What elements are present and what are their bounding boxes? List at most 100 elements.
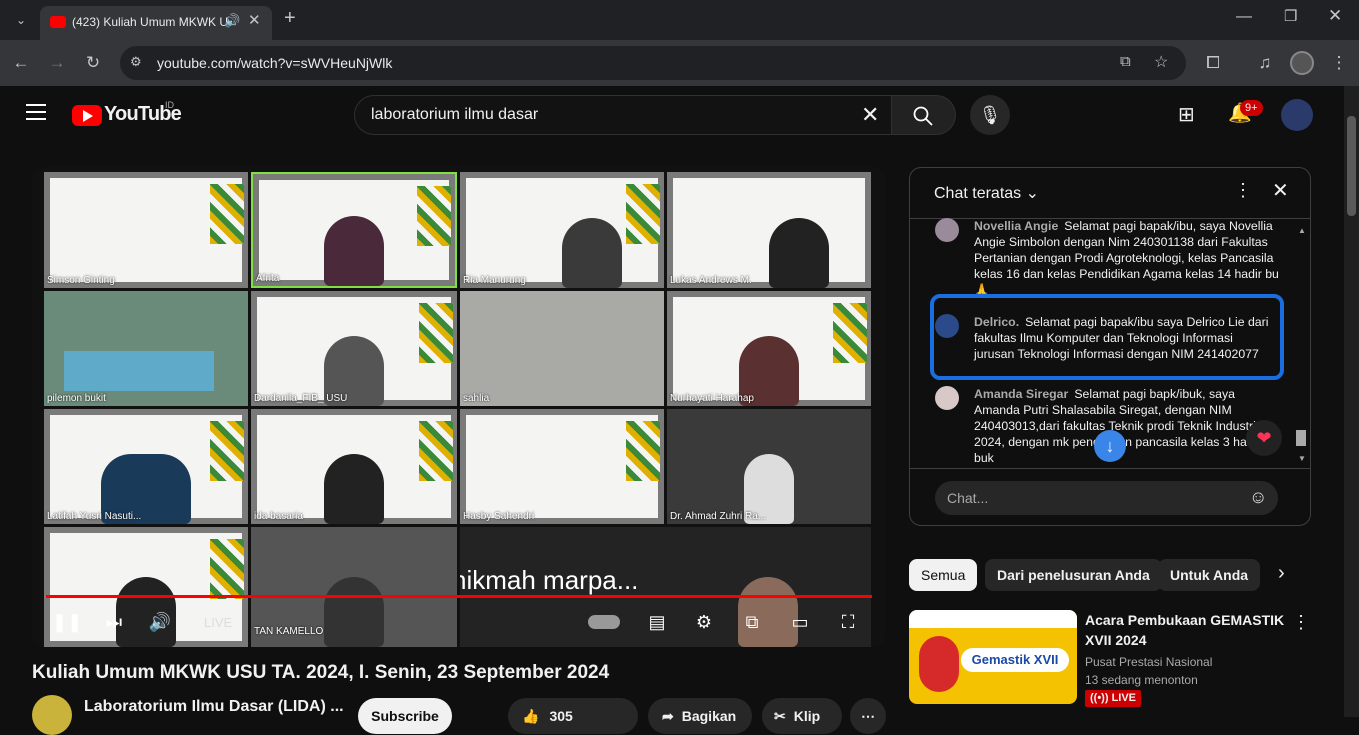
chat-header-title: Chat teratas bbox=[934, 185, 1022, 202]
recommendation-title[interactable]: Acara Pembukaan GEMASTIK XVII 2024 bbox=[1085, 610, 1285, 650]
minimize-icon[interactable]: — bbox=[1236, 8, 1252, 26]
subtitles-icon[interactable]: ▤ bbox=[642, 607, 672, 637]
back-icon[interactable]: ← bbox=[4, 46, 38, 80]
participant-name: Nurhayati Harahap bbox=[670, 393, 754, 404]
profile-avatar[interactable] bbox=[1290, 51, 1314, 75]
install-app-icon[interactable]: ⧉ bbox=[1120, 53, 1131, 70]
chat-author[interactable]: Amanda Siregar bbox=[974, 387, 1068, 401]
participant-name: Lukas Andrews M. bbox=[670, 275, 752, 286]
site-info-icon[interactable]: ⚙ bbox=[130, 54, 142, 70]
scrollbar-thumb[interactable] bbox=[1347, 116, 1356, 216]
url-field[interactable]: ⚙ youtube.com/watch?v=sWVHeuNjWlk ⧉ ☆ bbox=[120, 46, 1186, 80]
account-avatar[interactable] bbox=[1281, 99, 1313, 131]
media-control-icon[interactable]: ♫ bbox=[1248, 46, 1282, 80]
channel-name[interactable]: Laboratorium Ilmu Dasar (LIDA) ... bbox=[84, 698, 344, 716]
participant-name: Simson Ginting bbox=[47, 275, 115, 286]
search-button[interactable] bbox=[892, 95, 956, 135]
mascot-image bbox=[919, 636, 959, 692]
tab-title: (423) Kuliah Umum MKWK U bbox=[72, 15, 229, 29]
participant-tile: Dr. Ahmad Zuhri Ra... bbox=[667, 409, 871, 524]
share-icon: ➦ bbox=[662, 708, 674, 724]
participant-tile: Ria Manurung bbox=[460, 172, 664, 288]
chat-author[interactable]: Novellia Angie bbox=[974, 219, 1058, 233]
live-badge-label: LIVE bbox=[1111, 692, 1137, 704]
chip-all[interactable]: Semua bbox=[909, 559, 978, 591]
page-scrollbar[interactable] bbox=[1344, 86, 1359, 717]
fullscreen-icon[interactable]: ⛶ bbox=[833, 607, 863, 637]
theater-mode-icon[interactable]: ▭ bbox=[785, 607, 815, 637]
browser-tab-bar: ⌄ (423) Kuliah Umum MKWK U 🔊 ✕ + — ❐ ✕ bbox=[0, 0, 1359, 40]
chat-scroll-up-icon[interactable]: ▲ bbox=[1298, 226, 1306, 235]
close-window-icon[interactable]: ✕ bbox=[1328, 6, 1342, 26]
share-label: Bagikan bbox=[681, 708, 737, 724]
youtube-logo-icon[interactable] bbox=[72, 105, 102, 126]
chip-for-you[interactable]: Untuk Anda bbox=[1158, 559, 1261, 591]
video-player[interactable]: Simson Ginting Afrita Ria Manurung Lukas… bbox=[32, 167, 885, 647]
volume-icon[interactable]: 🔊 bbox=[145, 607, 175, 637]
create-video-icon[interactable]: ⊞ bbox=[1178, 102, 1195, 127]
new-tab-icon[interactable]: + bbox=[284, 7, 296, 30]
forward-icon[interactable]: → bbox=[40, 46, 74, 80]
recommendation-channel[interactable]: Pusat Prestasi Nasional bbox=[1085, 655, 1212, 669]
address-bar-row: ← → ↻ ⚙ youtube.com/watch?v=sWVHeuNjWlk … bbox=[0, 40, 1359, 86]
live-badge-icon: ((•)) bbox=[1090, 692, 1112, 704]
scroll-to-bottom-icon[interactable]: ↓ bbox=[1094, 430, 1126, 462]
thumbnail-text: Gemastik XVII bbox=[961, 648, 1069, 672]
search-box[interactable]: laboratorium ilmu dasar ✕ bbox=[354, 95, 892, 135]
chat-more-icon[interactable]: ⋮ bbox=[1234, 180, 1252, 201]
chip-from-search[interactable]: Dari penelusuran Anda bbox=[985, 559, 1162, 591]
bookmark-star-icon[interactable]: ☆ bbox=[1154, 52, 1168, 72]
speaker-icon[interactable]: 🔊 bbox=[224, 13, 240, 29]
chevron-down-icon: ⌄ bbox=[1025, 185, 1040, 202]
chat-avatar bbox=[935, 218, 959, 242]
chat-mode-dropdown[interactable]: Chat teratas ⌄ bbox=[934, 183, 1039, 203]
active-speaker-name: nikmah marpa... bbox=[460, 565, 639, 595]
channel-avatar[interactable] bbox=[32, 695, 72, 735]
autoplay-toggle[interactable] bbox=[588, 615, 620, 629]
tab-list-icon[interactable]: ⌄ bbox=[4, 3, 38, 37]
chat-placeholder: Chat... bbox=[947, 490, 989, 506]
like-button[interactable]: 👍 305 bbox=[508, 698, 638, 734]
clear-search-icon[interactable]: ✕ bbox=[861, 102, 879, 128]
emoji-icon[interactable]: ☺ bbox=[1249, 487, 1267, 508]
menu-icon[interactable] bbox=[26, 104, 46, 120]
chat-scroll-down-icon[interactable]: ▼ bbox=[1298, 454, 1306, 463]
video-progress-bar[interactable] bbox=[46, 595, 872, 598]
pause-icon[interactable]: ❚❚ bbox=[52, 607, 82, 637]
clip-button[interactable]: ✂ Klip bbox=[762, 698, 842, 734]
restore-icon[interactable]: ❐ bbox=[1284, 7, 1297, 25]
chevron-right-icon[interactable]: › bbox=[1278, 562, 1285, 585]
chat-input[interactable]: Chat... ☺ bbox=[935, 481, 1278, 515]
region-code: ID bbox=[165, 100, 174, 110]
recommendation-thumbnail[interactable]: Gemastik XVII bbox=[909, 610, 1077, 704]
reload-icon[interactable]: ↻ bbox=[76, 46, 110, 80]
chat-avatar bbox=[935, 386, 959, 410]
close-chat-icon[interactable]: ✕ bbox=[1272, 178, 1289, 203]
thumbs-up-icon: 👍 bbox=[522, 708, 540, 724]
participant-name: Afrita bbox=[256, 273, 280, 284]
participant-tile: ida basaria bbox=[251, 409, 457, 524]
chat-scrollbar-thumb[interactable] bbox=[1296, 430, 1306, 446]
extensions-icon[interactable]: ⧠ bbox=[1196, 46, 1230, 80]
subscribe-button[interactable]: Subscribe bbox=[358, 698, 452, 734]
next-icon[interactable]: ⏭ bbox=[99, 607, 129, 637]
share-button[interactable]: ➦ Bagikan bbox=[648, 698, 752, 734]
close-tab-icon[interactable]: ✕ bbox=[248, 11, 261, 29]
search-icon bbox=[913, 106, 933, 126]
participant-name: TAN KAMELLO bbox=[254, 626, 324, 637]
browser-tab[interactable]: (423) Kuliah Umum MKWK U 🔊 ✕ bbox=[40, 6, 272, 40]
search-input[interactable]: laboratorium ilmu dasar bbox=[371, 106, 538, 124]
heart-reaction-icon[interactable]: ❤ bbox=[1246, 420, 1282, 456]
browser-menu-icon[interactable]: ⋮ bbox=[1322, 46, 1356, 80]
participant-tile: Afrita bbox=[251, 172, 457, 288]
settings-gear-icon[interactable]: ⚙ bbox=[689, 607, 719, 637]
chat-message: Novellia Angie Selamat pagi bapak/ibu, sa… bbox=[974, 218, 1292, 298]
miniplayer-icon[interactable]: ⧉ bbox=[737, 607, 767, 637]
voice-search-icon[interactable]: 🎙 bbox=[970, 95, 1010, 135]
participant-name: pilemon bukit bbox=[47, 393, 106, 404]
recommendation-more-icon[interactable]: ⋮ bbox=[1292, 612, 1310, 633]
participant-name: Ria Manurung bbox=[463, 275, 526, 286]
more-actions-button[interactable]: ⋯ bbox=[850, 698, 886, 734]
live-indicator[interactable]: LIVE bbox=[204, 615, 232, 630]
participant-name: ida basaria bbox=[254, 511, 303, 522]
